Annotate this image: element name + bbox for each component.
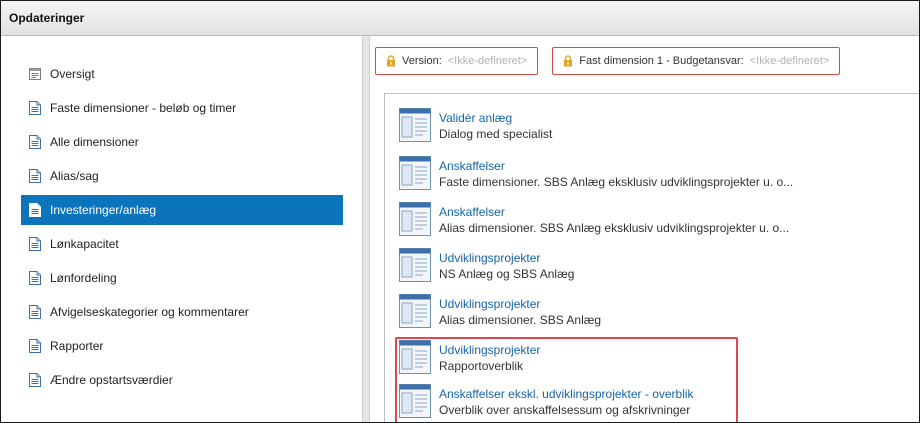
tile-title: Validér anlæg <box>439 111 513 125</box>
tile-subtitle: Dialog med specialist <box>439 127 553 141</box>
sidebar-item-label: Afvigelseskategorier og kommentarer <box>50 305 249 319</box>
document-icon <box>29 203 41 217</box>
sidebar-item-alias-sag[interactable]: Alias/sag <box>21 161 343 191</box>
filter-bar: Version: <Ikke-defineret> Fast dimension… <box>375 47 841 75</box>
form-document-icon <box>399 156 431 190</box>
tile-title: Udviklingsprojekter <box>439 251 541 265</box>
document-icon <box>29 305 41 319</box>
tile-udviklingsprojekter-alias[interactable]: Udviklingsprojekter Alias dimensioner. S… <box>399 294 601 334</box>
sidebar-nav: Oversigt Faste dimensioner - beløb og ti… <box>7 45 357 422</box>
sidebar-item-label: Alias/sag <box>50 169 99 183</box>
filter-value: <Ikke-defineret> <box>749 55 830 67</box>
sidebar-item-label: Rapporter <box>50 339 104 353</box>
tile-udviklingsprojekter-ns[interactable]: Udviklingsprojekter NS Anlæg og SBS Anlæ… <box>399 248 574 288</box>
filter-label: Fast dimension 1 - Budgetansvar: <box>579 55 744 67</box>
form-document-icon <box>399 248 431 282</box>
tile-subtitle: NS Anlæg og SBS Anlæg <box>439 267 575 281</box>
form-document-icon <box>399 340 431 374</box>
document-icon <box>29 339 41 353</box>
sidebar-item-faste-dimensioner[interactable]: Faste dimensioner - beløb og timer <box>21 93 343 123</box>
form-document-icon <box>399 202 431 236</box>
document-icon <box>29 169 41 183</box>
sidebar-item-label: Investeringer/anlæg <box>50 203 157 217</box>
document-icon <box>29 101 41 115</box>
tile-title: Anskaffelser ekskl. udviklingsprojekter … <box>439 387 694 401</box>
lock-icon <box>387 55 395 67</box>
tile-anskaffelser-faste[interactable]: Anskaffelser Faste dimensioner. SBS Anlæ… <box>399 156 793 196</box>
document-icon <box>29 237 41 251</box>
window-titlebar: Opdateringer <box>1 1 919 36</box>
filter-version[interactable]: Version: <Ikke-defineret> <box>375 47 539 75</box>
tile-title: Anskaffelser <box>439 205 505 219</box>
sidebar-item-investeringer-anlaeg[interactable]: Investeringer/anlæg <box>21 195 343 225</box>
lock-icon <box>564 55 573 67</box>
tile-anskaffelser-alias[interactable]: Anskaffelser Alias dimensioner. SBS Anlæ… <box>399 202 789 242</box>
form-document-icon <box>399 384 431 418</box>
window-title: Opdateringer <box>9 11 85 25</box>
tile-udviklingsprojekter-rapport[interactable]: Udviklingsprojekter Rapportoverblik <box>399 340 540 380</box>
sidebar-item-loenfordeling[interactable]: Lønfordeling <box>21 263 343 293</box>
form-document-icon <box>399 294 431 328</box>
tile-title: Anskaffelser <box>439 159 505 173</box>
sidebar-item-label: Alle dimensioner <box>50 135 139 149</box>
filter-budgetansvar[interactable]: Fast dimension 1 - Budgetansvar: <Ikke-d… <box>552 47 841 75</box>
tile-title: Udviklingsprojekter <box>439 343 541 357</box>
tile-anskaffelser-overblik[interactable]: Anskaffelser ekskl. udviklingsprojekter … <box>399 384 694 422</box>
document-icon <box>29 135 41 149</box>
tile-subtitle: Alias dimensioner. SBS Anlæg eksklusiv u… <box>439 221 790 235</box>
tile-subtitle: Faste dimensioner. SBS Anlæg eksklusiv u… <box>439 175 794 189</box>
document-icon <box>29 373 41 387</box>
form-document-icon <box>399 108 431 142</box>
filter-label: Version: <box>402 55 442 67</box>
sidebar-item-label: Oversigt <box>50 67 95 81</box>
tile-valider-anlaeg[interactable]: Validér anlæg Dialog med specialist <box>399 108 552 148</box>
sidebar-item-label: Ændre opstartsværdier <box>50 373 173 387</box>
sidebar-item-aendre-opstartsvaerdier[interactable]: Ændre opstartsværdier <box>21 365 343 395</box>
sidebar-item-alle-dimensioner[interactable]: Alle dimensioner <box>21 127 343 157</box>
sidebar-item-label: Lønfordeling <box>50 271 117 285</box>
tile-subtitle: Rapportoverblik <box>439 359 524 373</box>
document-icon <box>29 271 41 285</box>
tile-subtitle: Overblik over anskaffelsessum og afskriv… <box>439 403 691 417</box>
sidebar-item-loenkapacitet[interactable]: Lønkapacitet <box>21 229 343 259</box>
sidebar-item-oversigt[interactable]: Oversigt <box>21 59 343 89</box>
overview-icon <box>29 68 41 80</box>
sidebar-item-label: Faste dimensioner - beløb og timer <box>50 101 237 115</box>
sidebar-item-label: Lønkapacitet <box>50 237 119 251</box>
updates-window: Opdateringer Oversigt Faste dimensioner … <box>0 0 920 423</box>
sidebar-item-rapporter[interactable]: Rapporter <box>21 331 343 361</box>
tile-subtitle: Alias dimensioner. SBS Anlæg <box>439 313 602 327</box>
tile-list: Validér anlæg Dialog med specialist Ansk… <box>384 93 919 422</box>
filter-value: <Ikke-defineret> <box>447 55 528 67</box>
panel-splitter[interactable] <box>362 36 370 422</box>
tile-title: Udviklingsprojekter <box>439 297 541 311</box>
sidebar-item-afvigelseskategorier[interactable]: Afvigelseskategorier og kommentarer <box>21 297 343 327</box>
